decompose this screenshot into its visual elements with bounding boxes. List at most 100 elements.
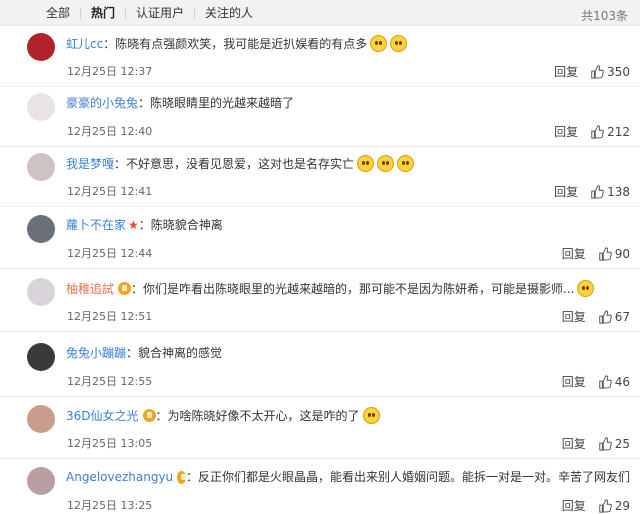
username-link[interactable]: 我是梦嘎 [66, 156, 114, 172]
comment-item: 我是梦嘎：不好意思，没看见恩爱，这对也是名存实亡 12月25日 12:41 回复 13… [0, 146, 640, 207]
tab-verified-users[interactable]: 认证用户 [125, 6, 194, 19]
comment-text: 陈晓有点强颜欢笑，我可能是近扒娱看的有点多 [115, 36, 368, 51]
emoji-icon [377, 155, 395, 172]
comment-actions: 回复 350 [554, 63, 630, 80]
comment-text: 你们是咋看出陈晓眼里的光越来越暗的，那可能不是因为陈妍希，可能是摄影师... [143, 281, 575, 296]
member-badge-icon [118, 282, 132, 295]
thumbs-up-icon [590, 184, 604, 199]
reply-button[interactable]: 回复 [562, 373, 586, 390]
like-button[interactable]: 212 [590, 125, 630, 139]
comment-timestamp: 12月25日 12:51 [67, 310, 153, 323]
username-link[interactable]: 柚稚追試 [66, 281, 114, 297]
colon-separator: ： [155, 408, 168, 423]
like-count: 90 [614, 246, 630, 261]
like-button[interactable]: 29 [598, 499, 630, 513]
like-button[interactable]: 138 [590, 185, 630, 199]
colon-separator: ： [103, 36, 116, 51]
emoji-icon [577, 280, 595, 297]
comment-line: 蘿卜不在家 ★：陈晓貌合神离 [66, 217, 630, 233]
comment-actions: 回复 29 [562, 497, 630, 514]
comment-filter-tabs: 全部 热门 认证用户 关注的人 共103条 [0, 0, 640, 26]
thumbs-up-icon [590, 124, 604, 139]
reply-button[interactable]: 回复 [562, 497, 586, 514]
member-badge-icon [177, 470, 186, 484]
colon-separator: ： [185, 470, 198, 484]
avatar[interactable] [27, 343, 55, 371]
colon-separator: ： [114, 156, 127, 171]
avatar[interactable] [27, 93, 55, 121]
like-count: 350 [607, 64, 630, 79]
star-badge-icon: ★ [128, 218, 139, 232]
comment-actions: 回复 138 [554, 183, 630, 200]
reply-button[interactable]: 回复 [562, 245, 586, 262]
comment-text: 为啥陈晓好像不太开心，这是咋的了 [167, 408, 360, 423]
like-count: 138 [607, 184, 630, 199]
colon-separator: ： [138, 218, 151, 232]
comment-line: 柚稚追試 ：你们是咋看出陈晓眼里的光越来越暗的，那可能不是因为陈妍希，可能是摄影师… [66, 280, 630, 297]
like-button[interactable]: 67 [598, 310, 630, 324]
comment-timestamp: 12月25日 12:44 [67, 247, 153, 260]
comment-item: 柚稚追試 ：你们是咋看出陈晓眼里的光越来越暗的，那可能不是因为陈妍希，可能是摄影师… [0, 271, 640, 332]
tab-hot[interactable]: 热门 [80, 6, 125, 19]
thumbs-up-icon [598, 374, 612, 389]
avatar[interactable] [27, 153, 55, 181]
emoji-icon [362, 407, 380, 424]
comment-text: 陈晓眼睛里的光越来越暗了 [150, 96, 295, 110]
tab-following[interactable]: 关注的人 [194, 6, 263, 19]
avatar[interactable] [27, 215, 55, 243]
like-button[interactable]: 350 [590, 65, 630, 79]
comment-line: 36D仙女之光 ：为啥陈晓好像不太开心，这是咋的了 [66, 407, 630, 424]
avatar[interactable] [27, 467, 55, 495]
comment-timestamp: 12月25日 12:37 [67, 65, 153, 78]
comment-actions: 回复 25 [562, 435, 630, 452]
thumbs-up-icon [598, 246, 612, 261]
like-count: 67 [614, 309, 630, 324]
like-button[interactable]: 90 [598, 247, 630, 261]
thumbs-up-icon [598, 498, 612, 513]
emoji-icon [370, 35, 388, 52]
thumbs-up-icon [590, 64, 604, 79]
comment-timestamp: 12月25日 13:25 [67, 499, 153, 512]
reply-button[interactable]: 回复 [562, 308, 586, 325]
thumbs-up-icon [598, 436, 612, 451]
comment-line: 我是梦嘎：不好意思，没看见恩爱，这对也是名存实亡 [66, 155, 630, 172]
username-link[interactable]: Angelovezhangyu [66, 469, 173, 485]
comment-line: Angelovezhangyu ：反正你们都是火眼晶晶，能看出来别人婚姻问题。能拆… [66, 469, 630, 485]
comment-actions: 回复 212 [554, 123, 630, 140]
comment-actions: 回复 46 [562, 373, 630, 390]
username-link[interactable]: 蘿卜不在家 [66, 217, 126, 233]
like-count: 25 [614, 436, 630, 451]
comment-line: 兔兔小蹦蹦：貌合神离的感觉 [66, 345, 630, 361]
like-button[interactable]: 25 [598, 437, 630, 451]
colon-separator: ： [131, 281, 144, 296]
like-count: 212 [607, 124, 630, 139]
avatar[interactable] [27, 405, 55, 433]
tab-all[interactable]: 全部 [36, 7, 80, 19]
reply-button[interactable]: 回复 [554, 123, 578, 140]
thumbs-up-icon [598, 309, 612, 324]
reply-button[interactable]: 回复 [562, 435, 586, 452]
avatar[interactable] [27, 278, 55, 306]
comment-timestamp: 12月25日 12:40 [67, 125, 153, 138]
username-link[interactable]: 36D仙女之光 [66, 408, 139, 424]
like-button[interactable]: 46 [598, 375, 630, 389]
username-link[interactable]: 兔兔小蹦蹦 [66, 345, 126, 361]
comment-item: 36D仙女之光 ：为啥陈晓好像不太开心，这是咋的了 12月25日 13:05 回复 25 [0, 398, 640, 459]
comment-line: 豪豪的小兔兔：陈晓眼睛里的光越来越暗了 [66, 95, 630, 111]
comment-item: 豪豪的小兔兔：陈晓眼睛里的光越来越暗了 12月25日 12:40 回复 212 [0, 86, 640, 147]
comment-actions: 回复 90 [562, 245, 630, 262]
member-badge-icon [142, 409, 156, 422]
comment-text: 陈晓貌合神离 [150, 218, 223, 232]
comment-line: 虹儿cc：陈晓有点强颜欢笑，我可能是近扒娱看的有点多 [66, 35, 630, 52]
comment-item: 蘿卜不在家 ★：陈晓貌合神离 12月25日 12:44 回复 90 [0, 208, 640, 269]
reply-button[interactable]: 回复 [554, 183, 578, 200]
comment-item: Angelovezhangyu ：反正你们都是火眼晶晶，能看出来别人婚姻问题。能拆… [0, 460, 640, 514]
emoji-icon [390, 35, 408, 52]
username-link[interactable]: 豪豪的小兔兔 [66, 95, 138, 111]
comment-text: 不好意思，没看见恩爱，这对也是名存实亡 [126, 156, 355, 171]
emoji-icon [357, 155, 375, 172]
avatar[interactable] [27, 33, 55, 61]
comment-text: 反正你们都是火眼晶晶，能看出来别人婚姻问题。能拆一对是一对。辛苦了网友们 [197, 470, 630, 484]
reply-button[interactable]: 回复 [554, 63, 578, 80]
username-link[interactable]: 虹儿cc [66, 36, 103, 52]
